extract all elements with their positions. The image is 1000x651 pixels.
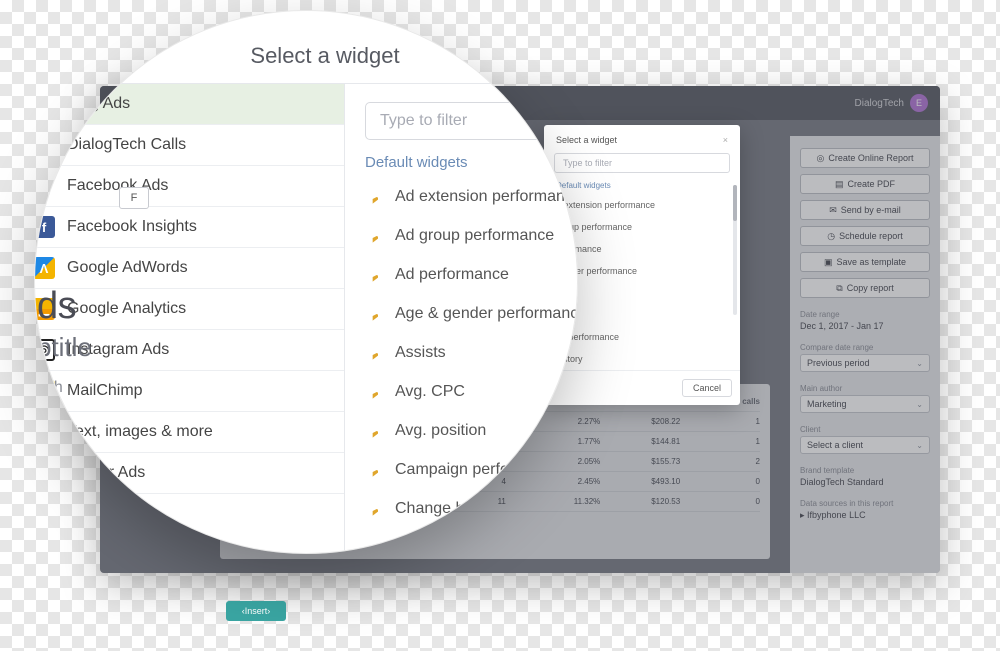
insert-button[interactable]: ‹ Insert › [226, 601, 286, 621]
bing-icon [365, 383, 383, 401]
bing-icon [365, 188, 383, 206]
filter-input-small[interactable]: Type to filter [554, 153, 730, 173]
bing-icon: b [34, 93, 55, 115]
bing-icon [365, 461, 383, 479]
date-range-value[interactable]: Dec 1, 2017 - Jan 17 [800, 321, 930, 331]
widget-item[interactable]: Ad group performance [345, 216, 578, 255]
bing-icon [365, 344, 383, 362]
send-email-button[interactable]: ✉Send by e-mail [800, 200, 930, 220]
megaphone-icon: 📣 [34, 175, 55, 197]
bing-icon [365, 227, 383, 245]
widget-section-label: Default widgets [345, 154, 578, 177]
bing-icon [365, 305, 383, 323]
bing-icon [365, 422, 383, 440]
report-sidebar: ◎Create Online Report ▤Create PDF ✉Send … [790, 136, 940, 573]
filter-input[interactable]: Type to filter [365, 102, 578, 140]
widget-label: Ad extension performance [395, 188, 578, 206]
globe-icon: ◎ [817, 153, 825, 164]
widget-list: Ad extension performance Ad group perform… [345, 177, 578, 554]
data-sources-label: Data sources in this report [800, 499, 930, 508]
schedule-report-button[interactable]: ◷Schedule report [800, 226, 930, 246]
copy-icon: ⧉ [836, 283, 842, 294]
adwords-icon: Λ [34, 257, 55, 279]
widget-item[interactable]: Change history [345, 489, 578, 528]
widget-label: Avg. CPC [395, 383, 465, 401]
widget-item[interactable]: Avg. position [345, 411, 578, 450]
source-label: Google AdWords [67, 259, 188, 277]
source-item[interactable]: b Bing Ads [34, 84, 344, 125]
source-item[interactable]: ≋ Text, images & more [34, 412, 344, 453]
twitter-icon: 🐦 [34, 462, 55, 484]
widget-item[interactable]: Age & gender performance [345, 294, 578, 333]
create-pdf-button[interactable]: ▤Create PDF [800, 174, 930, 194]
widget-item[interactable]: Clicks [345, 528, 578, 554]
textcontent-icon: ≋ [34, 421, 55, 443]
widget-item[interactable]: Ad extension performance [345, 177, 578, 216]
dialogtech-icon: ⇆ [34, 134, 55, 156]
close-icon[interactable]: × [723, 135, 728, 145]
compare-range-label: Compare date range [800, 343, 930, 352]
pdf-badge: F [119, 187, 149, 209]
compare-range-select[interactable]: Previous period⌄ [800, 354, 930, 372]
source-label: Bing Ads [67, 95, 130, 113]
source-item[interactable]: ⇆ DialogTech Calls [34, 125, 344, 166]
source-item[interactable]: 🐦 Twitter Ads [34, 453, 344, 494]
clock-icon: ◷ [827, 231, 835, 242]
brand-template-label: Brand template [800, 466, 930, 475]
widget-label: Ad performance [395, 266, 509, 284]
widget-item[interactable]: Ad performance [345, 255, 578, 294]
source-label: Twitter Ads [67, 464, 145, 482]
widget-item[interactable]: Assists [345, 333, 578, 372]
magnified-callout: F ds ptitle ech Select a widget b Bing Ad… [34, 10, 578, 554]
widget-label: Avg. position [395, 422, 486, 440]
scrollbar[interactable] [733, 185, 737, 315]
widget-label: Ad group performance [395, 227, 554, 245]
data-source-item[interactable]: ▸ Ifbyphone LLC [800, 510, 930, 521]
date-range-label: Date range [800, 310, 930, 319]
widget-label: Age & gender performance [395, 305, 578, 323]
widget-item[interactable]: Avg. CPC [345, 372, 578, 411]
report-title-peek: ds ptitle ech [37, 285, 92, 397]
chevron-down-icon: ⌄ [916, 400, 923, 409]
widget-label: Clicks [395, 539, 438, 555]
bing-icon [365, 539, 383, 555]
source-label: DialogTech Calls [67, 136, 186, 154]
scroll-thumb[interactable] [733, 185, 737, 221]
client-select[interactable]: Select a client⌄ [800, 436, 930, 454]
widget-label: Campaign performance [395, 461, 562, 479]
account-name: DialogTech [855, 98, 904, 109]
source-label: Text, images & more [67, 423, 213, 441]
source-item[interactable]: f Facebook Insights [34, 207, 344, 248]
mail-icon: ✉ [829, 205, 837, 216]
pdf-icon: ▤ [835, 179, 844, 190]
chevron-down-icon: ⌄ [916, 441, 923, 450]
widget-label: Assists [395, 344, 446, 362]
copy-report-button[interactable]: ⧉Copy report [800, 278, 930, 298]
facebook-icon: f [34, 216, 55, 238]
source-item[interactable]: Λ Google AdWords [34, 248, 344, 289]
widget-label: Change history [395, 500, 503, 518]
source-item[interactable]: 📣 Facebook Ads [34, 166, 344, 207]
avatar[interactable]: E [910, 94, 928, 112]
client-label: Client [800, 425, 930, 434]
save-icon: ▣ [824, 257, 833, 268]
source-label: Facebook Insights [67, 218, 197, 236]
cancel-button-small[interactable]: Cancel [682, 379, 732, 397]
save-template-button[interactable]: ▣Save as template [800, 252, 930, 272]
author-select[interactable]: Marketing⌄ [800, 395, 930, 413]
widget-item[interactable]: Campaign performance [345, 450, 578, 489]
modal-title: Select a widget [34, 10, 578, 84]
source-label: Facebook Ads [67, 177, 168, 195]
bing-icon [365, 266, 383, 284]
bing-icon [365, 500, 383, 518]
brand-template-value[interactable]: DialogTech Standard [800, 477, 930, 487]
chevron-down-icon: ⌄ [916, 359, 923, 368]
create-online-report-button[interactable]: ◎Create Online Report [800, 148, 930, 168]
author-label: Main author [800, 384, 930, 393]
